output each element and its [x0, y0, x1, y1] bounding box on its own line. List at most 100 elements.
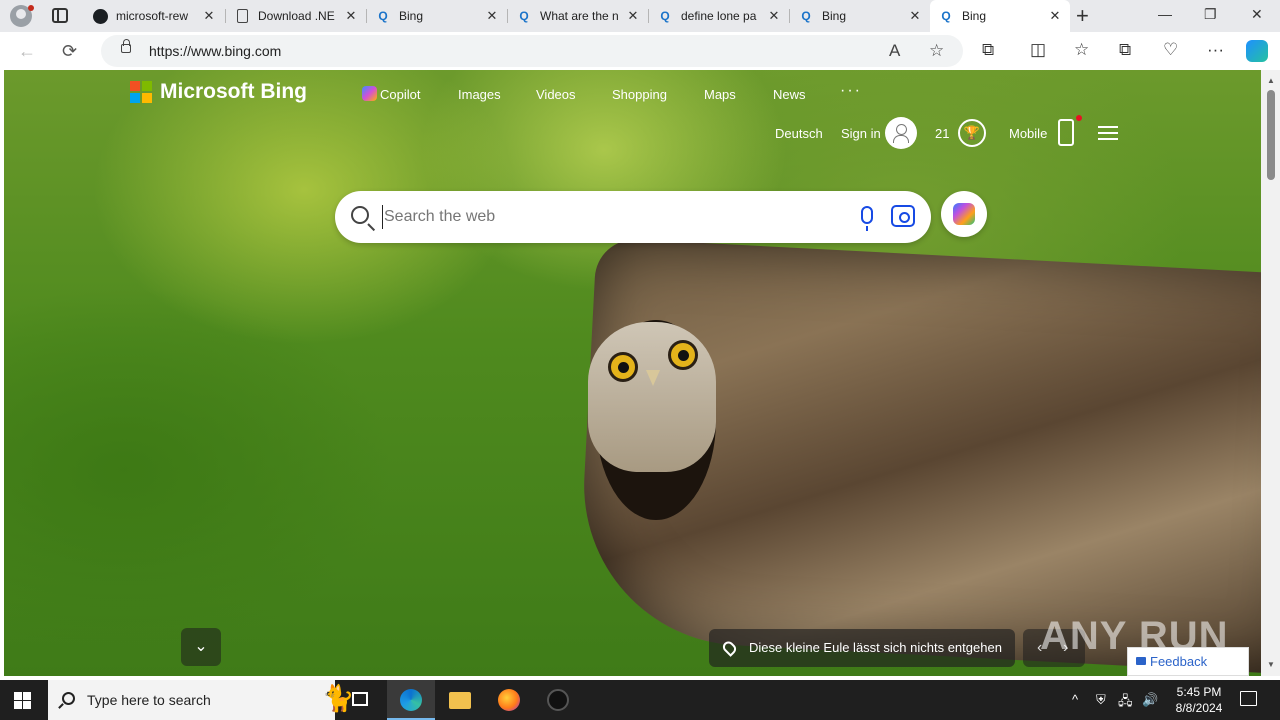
read-aloud-icon[interactable]: A	[889, 41, 900, 61]
nav-maps[interactable]: Maps	[704, 87, 736, 102]
microphone-icon[interactable]	[861, 206, 873, 231]
hamburger-menu-icon[interactable]	[1098, 126, 1118, 140]
scroll-down-arrow-icon[interactable]: ▼	[1267, 660, 1275, 669]
tab-label: define lone pa	[681, 9, 757, 23]
profile-notification-dot	[28, 5, 34, 11]
task-view-icon	[352, 692, 368, 706]
taskbar-search-box[interactable]: Type here to search 🐈	[48, 680, 354, 720]
restore-button[interactable]: ❐	[1204, 6, 1217, 23]
tab-close-icon[interactable]: ✕	[202, 8, 216, 24]
owl-eye-left	[608, 352, 638, 382]
new-tab-button[interactable]: +	[1076, 5, 1089, 27]
page-scrollbar[interactable]: ▲ ▼	[1261, 70, 1280, 676]
tab-download[interactable]: Download .NE ✕	[226, 0, 366, 32]
image-caption[interactable]: Diese kleine Eule lässt sich nichts entg…	[709, 629, 1015, 667]
document-icon	[234, 8, 250, 24]
nav-more-button[interactable]: ···	[840, 82, 862, 100]
visual-search-icon[interactable]	[891, 205, 915, 227]
favorites-icon[interactable]: ☆	[1074, 40, 1089, 60]
taskbar-file-explorer[interactable]	[436, 680, 484, 720]
tray-chevron-icon[interactable]: ^	[1072, 692, 1078, 707]
copilot-sidebar-icon[interactable]	[1246, 40, 1268, 62]
tray-network-icon[interactable]: 🖧	[1118, 692, 1133, 714]
tray-security-icon[interactable]: ⛨	[1096, 692, 1106, 708]
bing-search-icon: Q	[941, 9, 951, 23]
taskbar-edge[interactable]	[387, 680, 435, 720]
feedback-button[interactable]: Feedback	[1127, 647, 1249, 676]
favorite-star-icon[interactable]: ☆	[929, 41, 944, 61]
tab-bing-active[interactable]: Q Bing ✕	[930, 0, 1070, 32]
mobile-link[interactable]: Mobile	[1009, 126, 1047, 141]
tab-bing-1[interactable]: Q Bing ✕	[367, 0, 507, 32]
mobile-notification-dot	[1076, 115, 1082, 121]
copilot-button[interactable]	[941, 191, 987, 237]
tray-volume-icon[interactable]: 🔊	[1142, 692, 1158, 708]
search-box[interactable]	[335, 191, 931, 243]
action-center-icon[interactable]	[1240, 691, 1257, 706]
nav-news[interactable]: News	[773, 87, 806, 102]
tab-github[interactable]: microsoft-rew ✕	[84, 0, 224, 32]
settings-more-icon[interactable]: ···	[1207, 40, 1224, 60]
nav-shopping[interactable]: Shopping	[612, 87, 667, 102]
tab-close-icon[interactable]: ✕	[767, 8, 781, 24]
tab-label: Download .NE	[258, 9, 335, 23]
taskbar-clock[interactable]: 5:45 PM 8/8/2024	[1168, 684, 1230, 716]
bing-logo[interactable]: Microsoft Bing	[130, 80, 307, 104]
nav-label: Copilot	[380, 87, 421, 102]
close-window-button[interactable]: ✕	[1251, 6, 1263, 23]
taskbar-search-icon	[62, 692, 75, 705]
tab-close-icon[interactable]: ✕	[1048, 8, 1062, 24]
tab-close-icon[interactable]: ✕	[908, 8, 922, 24]
task-view-button[interactable]	[336, 680, 384, 720]
url-text[interactable]: https://www.bing.com	[149, 43, 281, 59]
scroll-down-button[interactable]: ⌄	[181, 628, 221, 666]
microsoft-logo-icon	[130, 81, 152, 103]
tab-bing-2[interactable]: Q Bing ✕	[790, 0, 930, 32]
user-avatar-icon[interactable]	[885, 117, 917, 149]
search-icon[interactable]	[351, 206, 369, 224]
sign-in-link[interactable]: Sign in	[841, 126, 881, 141]
nav-images[interactable]: Images	[458, 87, 501, 102]
browser-essentials-icon[interactable]: ♡	[1163, 40, 1178, 60]
tab-label: What are the n	[540, 9, 619, 23]
background-owl-image	[588, 322, 716, 472]
rewards-trophy-icon[interactable]: 🏆	[958, 119, 986, 147]
clock-time: 5:45 PM	[1176, 685, 1222, 699]
scroll-up-arrow-icon[interactable]: ▲	[1267, 76, 1275, 85]
copilot-icon	[362, 86, 377, 101]
refresh-icon[interactable]: ⟳	[62, 41, 77, 62]
nav-videos[interactable]: Videos	[536, 87, 576, 102]
tab-label: Bing	[822, 9, 847, 23]
lock-icon[interactable]	[121, 39, 131, 53]
tab-label: microsoft-rew	[116, 9, 189, 23]
language-link[interactable]: Deutsch	[775, 126, 823, 141]
tab-close-icon[interactable]: ✕	[344, 8, 358, 24]
edge-icon	[400, 689, 422, 711]
tab-define-lone[interactable]: Q define lone pa ✕	[649, 0, 789, 32]
tab-close-icon[interactable]: ✕	[485, 8, 499, 24]
tab-actions-icon[interactable]	[52, 8, 68, 23]
taskbar-firefox[interactable]	[485, 680, 533, 720]
nav-copilot[interactable]: Copilot	[362, 86, 421, 102]
folder-icon	[449, 692, 471, 709]
location-pin-icon	[720, 639, 739, 657]
taskbar-search-placeholder: Type here to search	[87, 692, 211, 708]
scrollbar-thumb[interactable]	[1267, 90, 1275, 180]
tab-label: Bing	[399, 9, 424, 23]
tab-close-icon[interactable]: ✕	[626, 8, 640, 24]
collections-icon[interactable]: ⧉	[1119, 40, 1131, 60]
bing-homepage: Microsoft Bing Copilot Images Videos Sho…	[4, 70, 1261, 676]
search-input[interactable]	[382, 205, 832, 229]
taskbar-app-4[interactable]	[534, 680, 582, 720]
minimize-button[interactable]: —	[1158, 6, 1172, 22]
tab-what-are[interactable]: Q What are the n ✕	[508, 0, 648, 32]
back-arrow-icon[interactable]: ←	[18, 41, 36, 62]
rewards-count[interactable]: 21	[935, 126, 949, 141]
extensions-icon[interactable]: ⧉	[982, 40, 994, 60]
caption-text: Diese kleine Eule lässt sich nichts entg…	[749, 640, 1002, 655]
mobile-phone-icon[interactable]	[1058, 119, 1074, 146]
address-bar[interactable]: https://www.bing.com A ☆	[101, 35, 963, 67]
windows-start-icon[interactable]	[14, 692, 31, 709]
bing-search-icon: Q	[801, 9, 811, 23]
split-screen-icon[interactable]: ◫	[1030, 40, 1046, 60]
